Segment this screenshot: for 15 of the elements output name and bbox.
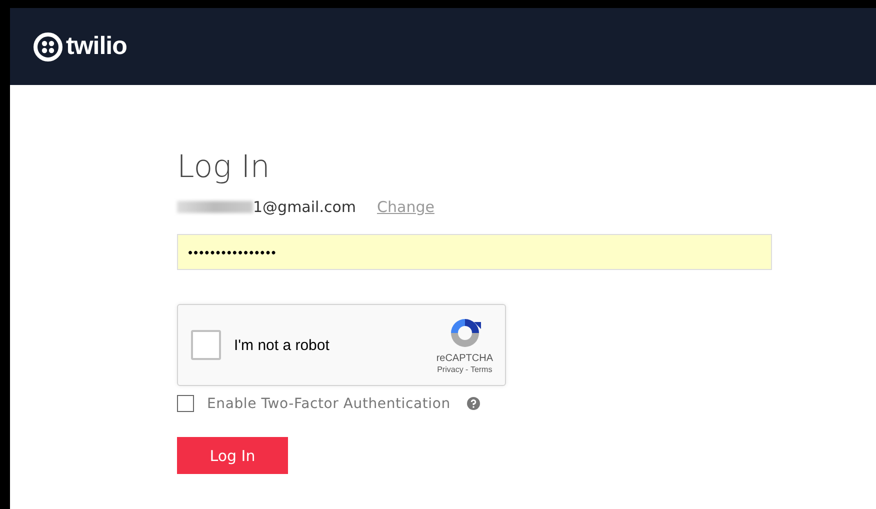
page-title: Log In	[177, 148, 270, 187]
help-icon[interactable]	[467, 397, 480, 410]
privacy-link[interactable]: Privacy	[437, 365, 464, 374]
link-separator: -	[464, 365, 470, 374]
terms-link[interactable]: Terms	[470, 365, 492, 374]
two-factor-label: Enable Two-Factor Authentication	[207, 396, 450, 412]
logo-text: twilio	[66, 32, 127, 61]
two-factor-checkbox[interactable]	[177, 395, 194, 412]
captcha-brand: reCAPTCHA	[436, 353, 493, 364]
logo-icon	[33, 32, 63, 62]
captcha-checkbox[interactable]	[191, 330, 221, 360]
account-email: 1@gmail.com	[253, 198, 356, 216]
captcha-label: I'm not a robot	[234, 336, 330, 354]
login-button[interactable]: Log In	[177, 437, 288, 474]
password-field[interactable]: ••••••••••••••••	[177, 234, 772, 270]
